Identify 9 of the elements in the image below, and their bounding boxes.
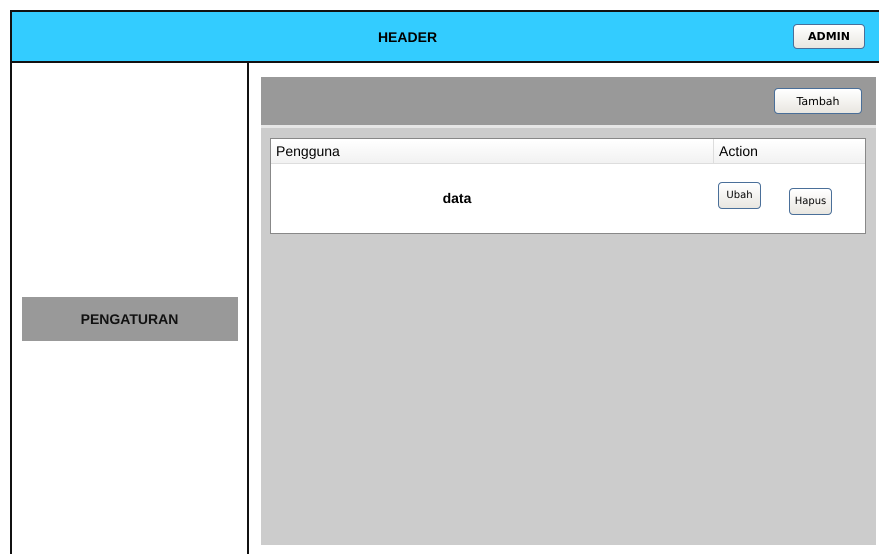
column-header: Action bbox=[713, 139, 865, 163]
sidebar-item[interactable]: PENGATURAN bbox=[22, 296, 238, 340]
admin-button[interactable]: ADMIN bbox=[793, 24, 865, 49]
delete-button[interactable]: Hapus bbox=[789, 188, 832, 214]
table-cell-text: data bbox=[442, 190, 472, 206]
header-title: HEADER bbox=[376, 28, 438, 44]
edit-button[interactable]: Ubah bbox=[718, 182, 761, 208]
add-button[interactable]: Tambah bbox=[774, 88, 862, 114]
column-header: Pengguna bbox=[275, 142, 341, 161]
